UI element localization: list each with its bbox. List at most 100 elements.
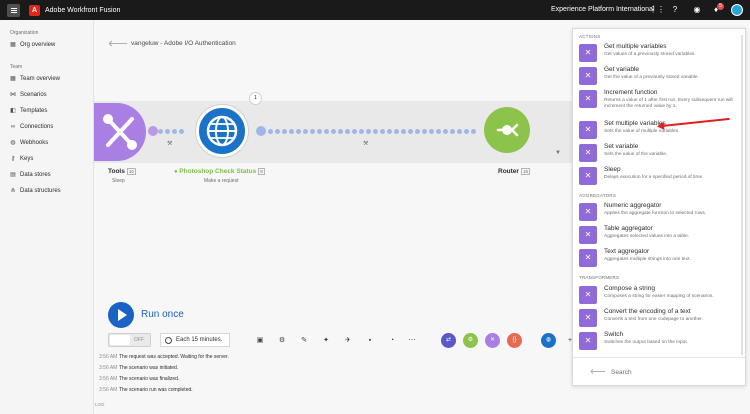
share-icon: ⋈ — [10, 92, 16, 98]
tools-module-icon: ✕ — [579, 286, 597, 304]
sidebar-item-label: Webhooks — [20, 140, 49, 146]
top-bar: A Adobe Workfront Fusion Experience Plat… — [0, 0, 750, 20]
tools-module[interactable] — [94, 103, 146, 161]
toolbox-icon[interactable]: ▪ — [365, 336, 375, 346]
tools-sublabel: Sleep — [112, 178, 125, 184]
module-search-input[interactable] — [611, 366, 731, 378]
sidebar-item-team-overview[interactable]: ▦ Team overview — [10, 76, 60, 82]
structure-icon: ⋔ — [10, 188, 16, 194]
module-title: Table aggregator — [604, 225, 653, 232]
module-description: Composes a string for easier mapping of … — [604, 294, 714, 299]
sidebar-item-connections[interactable]: ∞ Connections — [10, 124, 54, 130]
link-icon: ∞ — [10, 124, 16, 130]
flow-control-icon[interactable]: ⇄ — [441, 333, 456, 348]
module-description: Aggregates selected values into a table. — [604, 234, 690, 239]
module-text-aggregator[interactable]: ✕ Text aggregator Aggregates multiple st… — [579, 247, 741, 269]
sidebar-item-data-stores[interactable]: ▤ Data stores — [10, 172, 51, 178]
save-icon[interactable]: ▣ — [255, 336, 265, 346]
grid-icon: ▦ — [10, 42, 16, 48]
avatar[interactable] — [731, 4, 743, 16]
routes-icon[interactable]: ◔ — [387, 336, 397, 346]
log-row: 3:56 AM The scenario was initiated. — [99, 365, 179, 371]
settings-icon[interactable]: ⚙ — [277, 336, 287, 346]
module-description: Aggregates multiple strings into one tex… — [604, 257, 691, 262]
globe-icon: ◍ — [10, 140, 16, 146]
announcements-icon[interactable]: ◉ — [692, 5, 702, 15]
module-table-aggregator[interactable]: ✕ Table aggregator Aggregates selected v… — [579, 224, 741, 246]
toggle-knob — [110, 335, 130, 345]
module-description: Get values of a previously stored variab… — [604, 52, 696, 57]
run-once-button[interactable] — [108, 302, 134, 328]
module-switch[interactable]: ✕ Switch Switches the output based on th… — [579, 330, 741, 352]
http-globe-icon[interactable]: ◍ — [541, 333, 556, 348]
sidebar-item-keys[interactable]: ⚷ Keys — [10, 156, 34, 162]
apps-grid-icon[interactable]: ⋮⋮ — [649, 5, 665, 15]
module-sleep[interactable]: ✕ Sleep Delays execution for a specified… — [579, 165, 741, 187]
sidebar-item-label: Data stores — [20, 172, 51, 178]
sidebar-item-webhooks[interactable]: ◍ Webhooks — [10, 140, 48, 146]
back-arrow-icon[interactable]: ⟵ — [590, 365, 606, 378]
sidebar-item-org-overview[interactable]: ▦ Org overview — [10, 42, 55, 48]
notes-icon[interactable]: ✎ — [299, 336, 309, 346]
router-id-badge: 16 — [520, 168, 530, 175]
template-icon: ◧ — [10, 108, 16, 114]
sidebar-item-label: Org overview — [20, 42, 56, 48]
sidebar-item-label: Team overview — [20, 76, 61, 82]
module-description: Delays execution for a specified period … — [604, 175, 704, 180]
module-get-multiple-variables[interactable]: ✕ Get multiple variables Get values of a… — [579, 42, 741, 64]
sidebar-item-data-structures[interactable]: ⋔ Data structures — [10, 188, 60, 194]
scheduling-toggle[interactable]: OFF — [108, 333, 151, 347]
auto-align-icon[interactable]: ✦ — [321, 336, 331, 346]
aggregators-section-label: AGGREGATORS — [579, 193, 617, 198]
module-search-bar: ⟵ — [573, 357, 745, 385]
filter-icon[interactable]: ▼ — [555, 150, 561, 156]
module-title: Numeric aggregator — [604, 202, 662, 209]
module-get-variable[interactable]: ✕ Get variable Get the value of a previo… — [579, 65, 741, 87]
module-title: Set variable — [604, 143, 639, 150]
text-parser-icon[interactable]: {} — [507, 333, 522, 348]
more-icon[interactable]: ⋯ — [407, 336, 417, 346]
module-set-variable[interactable]: ✕ Set variable Sets the value of the var… — [579, 142, 741, 164]
help-icon[interactable]: ? — [670, 5, 680, 15]
module-compose-a-string[interactable]: ✕ Compose a string Composes a string for… — [579, 284, 741, 306]
module-increment-function[interactable]: ✕ Increment function Returns a value of … — [579, 88, 741, 118]
sidebar-item-templates[interactable]: ◧ Templates — [10, 108, 47, 114]
sidebar-item-label: Connections — [20, 124, 54, 130]
key-icon: ⚷ — [10, 156, 16, 162]
module-description: Switches the output based on the input. — [604, 340, 689, 345]
schedule-setting[interactable]: Each 15 minutes. — [160, 333, 230, 347]
run-once-label[interactable]: Run once — [141, 309, 184, 320]
log-row: 3:56 AM The scenario run was completed. — [99, 387, 193, 393]
adobe-logo: A — [29, 4, 40, 16]
database-icon: ▤ — [10, 172, 16, 178]
wrench-icon[interactable]: ⚒ — [167, 140, 172, 147]
scrollbar[interactable] — [741, 35, 743, 355]
router-label: Router 16 — [498, 168, 530, 176]
sidebar-item-scenarios[interactable]: ⋈ Scenarios — [10, 92, 47, 98]
router-module[interactable] — [484, 107, 530, 153]
module-title: Get variable — [604, 66, 640, 73]
operations-bubble[interactable]: 1 — [249, 92, 262, 105]
team-section-label: Team — [10, 64, 23, 70]
photoshop-module[interactable] — [196, 105, 248, 157]
tools-module-icon: ✕ — [579, 121, 597, 139]
tools-connector — [148, 126, 158, 136]
tools-icon[interactable]: ✕ — [485, 333, 500, 348]
clock-icon — [165, 336, 172, 344]
toggle-state: OFF — [134, 337, 144, 343]
hamburger-menu-button[interactable] — [7, 3, 20, 17]
wrench-icon[interactable]: ⚒ — [363, 140, 368, 147]
module-description: Applies the aggregate function to select… — [604, 211, 707, 216]
module-title: Get multiple variables — [604, 43, 667, 50]
module-convert-encoding[interactable]: ✕ Convert the encoding of a text Convert… — [579, 307, 741, 329]
module-numeric-aggregator[interactable]: ✕ Numeric aggregator Applies the aggrega… — [579, 201, 741, 223]
explain-flow-icon[interactable]: ✈ — [343, 336, 353, 346]
actions-section-label: ACTIONS — [579, 34, 601, 39]
tools-module-icon: ✕ — [579, 226, 597, 244]
module-description: Sets the value of the variable. — [604, 152, 668, 157]
org-switcher[interactable]: Experience Platform International — [551, 6, 655, 13]
photoshop-label: ● Photoshop Check Status 9 — [174, 168, 265, 176]
back-arrow-icon[interactable]: ⟵ — [108, 35, 128, 52]
gear-module-icon[interactable]: ⚙ — [463, 333, 478, 348]
tools-module-icon: ✕ — [579, 332, 597, 350]
